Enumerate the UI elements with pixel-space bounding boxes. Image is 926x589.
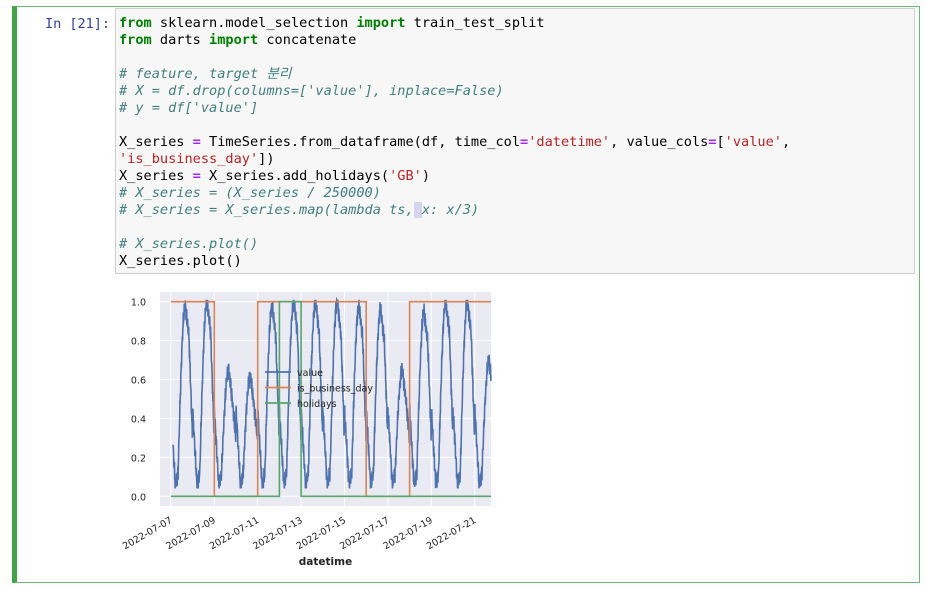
y-tick-label: 1.0 <box>131 298 146 309</box>
code-line: from sklearn.model_selection import trai… <box>119 15 790 32</box>
y-tick-label: 0.0 <box>131 492 146 503</box>
output-chart: 0.0 0.2 0.4 0.6 0.8 1.0 2022-07-07 2022-07-09 20… <box>113 284 513 574</box>
code-token: sklearn.model_selection <box>151 15 357 31</box>
code-token: [ <box>716 134 725 150</box>
code-line: 'is_business_day']) <box>119 151 790 168</box>
code-token: # X_series = (X_series / 250000) <box>119 185 381 201</box>
code-token: = <box>192 134 201 150</box>
code-line: # X_series = (X_series / 250000) <box>119 185 790 202</box>
code-token: x: x/3) <box>421 202 480 218</box>
code-token: from <box>119 15 152 31</box>
code-line: X_series.plot() <box>119 253 790 270</box>
y-tick-label: 0.8 <box>131 337 146 348</box>
code-token: train_test_split <box>405 15 545 31</box>
code-line: X_series = TimeSeries.from_dataframe(df,… <box>119 134 790 151</box>
code-token: TimeSeries.from_dataframe(df, time_col <box>200 134 521 150</box>
code-token: , <box>781 134 791 150</box>
code-line: # X_series = X_series.map(lambda ts, x: … <box>119 202 790 219</box>
code-token: X_series.plot() <box>119 253 242 269</box>
y-tick-label: 0.2 <box>131 453 146 464</box>
code-token: = <box>520 134 529 150</box>
legend-label: value <box>297 368 323 379</box>
code-token: , value_cols <box>610 134 709 150</box>
code-token: ) <box>421 168 431 184</box>
code-token: import <box>356 15 406 31</box>
code-token: = <box>192 168 201 184</box>
code-token: 'GB' <box>389 168 422 184</box>
code-line: # X = df.drop(columns=['value'], inplace… <box>119 83 790 100</box>
input-prompt: In [21]: <box>44 16 110 32</box>
code-input-area[interactable]: from sklearn.model_selection import trai… <box>115 8 915 274</box>
code-line: # X_series.plot() <box>119 236 790 253</box>
x-axis-label: datetime <box>299 556 352 568</box>
code-editor[interactable]: from sklearn.model_selection import trai… <box>119 15 790 270</box>
code-token: # feature, target 분리 <box>119 66 292 82</box>
legend-label: is_business_day <box>297 384 373 395</box>
code-token: 'is_business_day' <box>119 151 259 167</box>
y-tick-label: 0.4 <box>131 414 146 425</box>
code-token: concatenate <box>258 32 357 48</box>
chart-svg: 0.00.20.40.60.81.02022-07-072022-07-0920… <box>121 292 492 568</box>
code-token: # X_series = X_series.map(lambda ts, <box>119 202 414 218</box>
code-token: X_series <box>119 168 193 184</box>
code-token: from <box>119 32 152 48</box>
code-token: # y = df['value'] <box>119 100 259 116</box>
y-tick-label: 0.6 <box>131 376 146 387</box>
code-token: ]) <box>258 151 275 167</box>
code-line: X_series = X_series.add_holidays('GB') <box>119 168 790 185</box>
code-token: 'value' <box>724 134 782 150</box>
code-token: X_series.add_holidays( <box>200 168 390 184</box>
code-token: X_series <box>119 134 193 150</box>
code-line: # y = df['value'] <box>119 100 790 117</box>
code-line: from darts import concatenate <box>119 32 790 49</box>
code-token <box>413 202 422 218</box>
code-token: import <box>209 32 259 48</box>
legend-label: holidays <box>297 399 337 410</box>
code-token: darts <box>151 32 210 48</box>
code-line: # feature, target 분리 <box>119 66 790 83</box>
code-token: # X_series.plot() <box>119 236 259 252</box>
code-token: 'datetime' <box>528 134 611 150</box>
x-tick-label: 2022-07-21 <box>425 515 478 552</box>
code-token: # X = df.drop(columns=['value'], inplace… <box>119 83 504 99</box>
